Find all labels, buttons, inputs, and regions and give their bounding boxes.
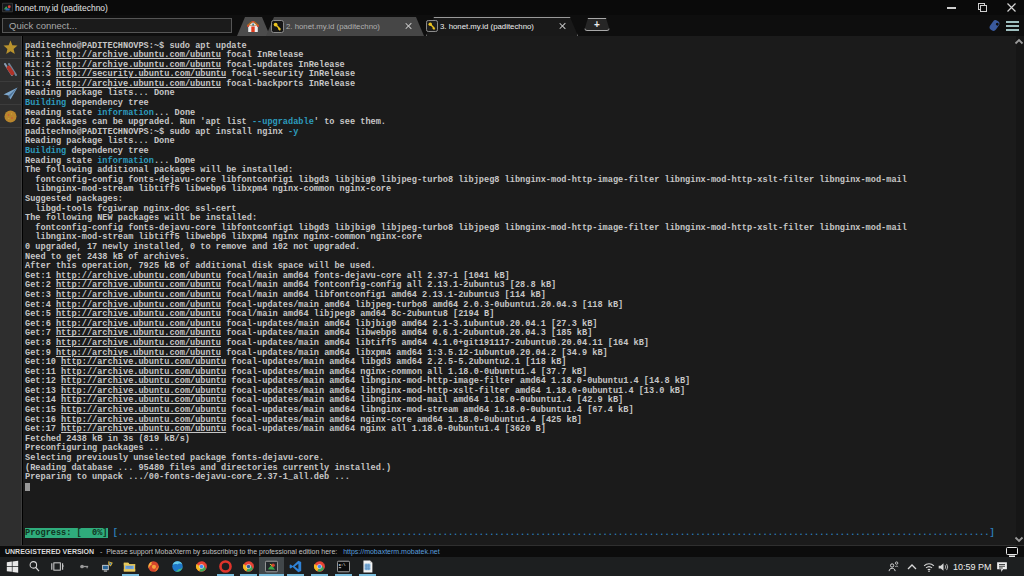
svg-text:C:\: C:\ [339, 563, 346, 567]
